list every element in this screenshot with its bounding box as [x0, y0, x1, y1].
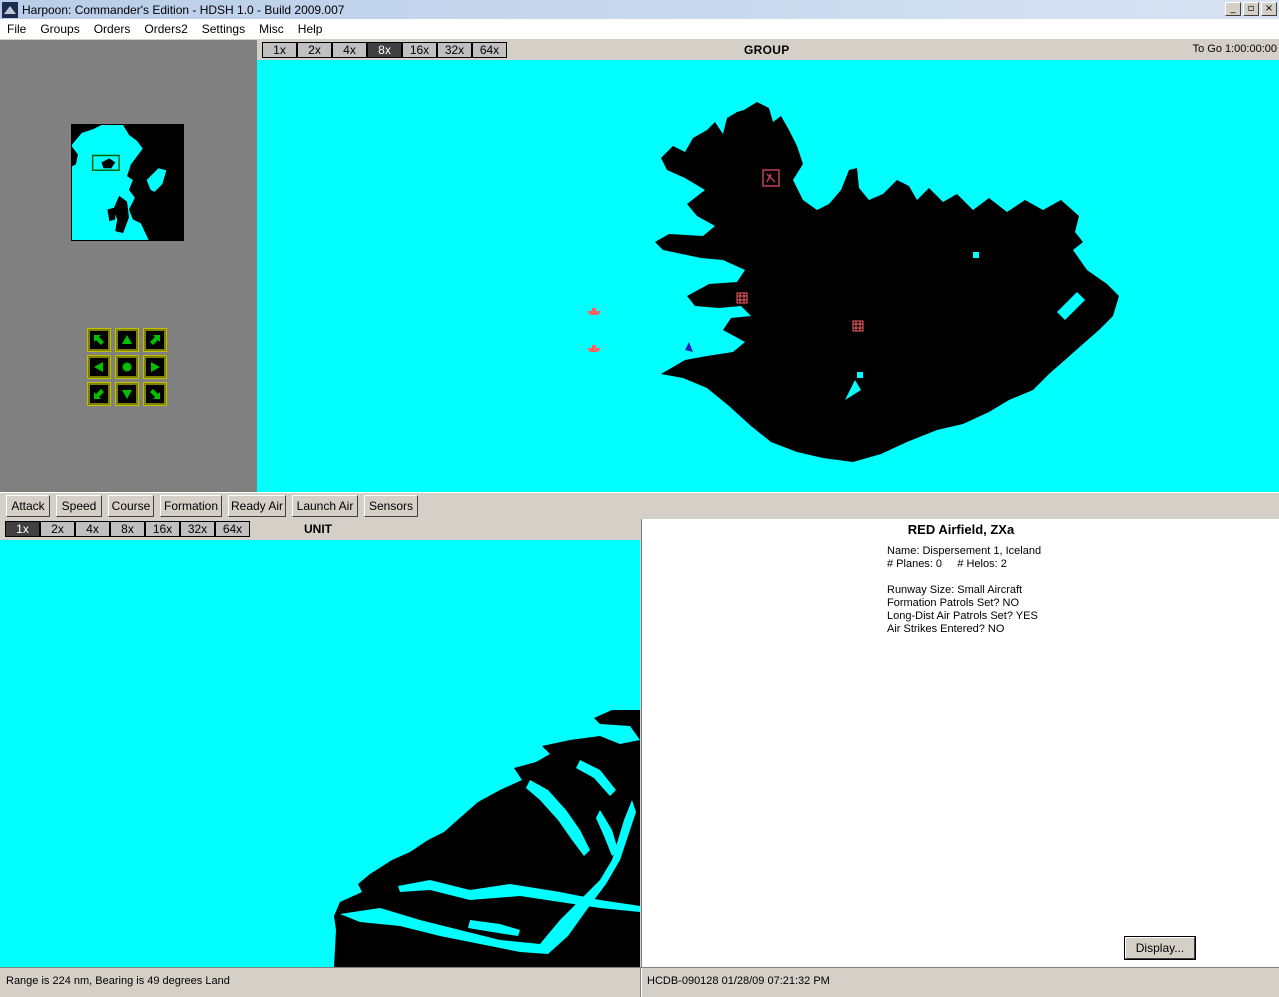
info-longdist-patrols: Long-Dist Air Patrols Set? YES — [887, 610, 1038, 622]
close-button[interactable]: × — [1261, 2, 1277, 16]
info-runway: Runway Size: Small Aircraft — [887, 584, 1023, 596]
info-details: Name: Dispersement 1, Iceland # Planes: … — [887, 545, 1041, 636]
app-icon — [2, 1, 18, 18]
unit-map-title: UNIT — [304, 522, 332, 536]
scroll-south-button[interactable] — [115, 382, 139, 406]
database-timestamp: HCDB-090128 01/28/09 07:21:32 PM — [647, 975, 830, 987]
arrow-left-icon — [94, 362, 103, 372]
group-zoom-1x[interactable]: 1x — [262, 42, 297, 58]
status-bar: Range is 224 nm, Bearing is 49 degrees L… — [0, 967, 1279, 997]
scroll-north-button[interactable] — [115, 328, 139, 352]
unit-zoom-1x[interactable]: 1x — [5, 521, 40, 537]
arrow-right-icon — [151, 362, 160, 372]
unit-zoom-16x[interactable]: 16x — [145, 521, 180, 537]
launch-air-button[interactable]: Launch Air — [292, 495, 358, 517]
group-zoom-bar: 1x 2x 4x 8x 16x 32x 64x — [262, 42, 507, 58]
info-planes-helos: # Planes: 0 # Helos: 2 — [887, 558, 1007, 570]
scroll-northeast-button[interactable] — [143, 328, 167, 352]
unit-map[interactable] — [0, 540, 640, 967]
menu-groups[interactable]: Groups — [33, 22, 86, 36]
group-map[interactable] — [257, 60, 1279, 492]
info-title: RED Airfield, ZXa — [907, 522, 1015, 537]
attack-button[interactable]: Attack — [6, 495, 50, 517]
sensors-button[interactable]: Sensors — [364, 495, 418, 517]
group-zoom-64x[interactable]: 64x — [472, 42, 507, 58]
menu-help[interactable]: Help — [291, 22, 330, 36]
group-map-title: GROUP — [744, 43, 790, 57]
overview-minimap[interactable] — [71, 124, 184, 241]
arrow-down-icon — [122, 390, 132, 399]
scroll-west-button[interactable] — [87, 355, 111, 379]
center-button[interactable] — [115, 355, 139, 379]
time-to-go: To Go 1:00:00:00 — [1192, 43, 1277, 55]
command-bar: Attack Speed Course Formation Ready Air … — [0, 492, 1279, 518]
title-bar: Harpoon: Commander's Edition - HDSH 1.0 … — [0, 0, 1279, 19]
minimize-button[interactable]: _ — [1225, 2, 1241, 16]
menu-settings[interactable]: Settings — [195, 22, 252, 36]
scroll-east-button[interactable] — [143, 355, 167, 379]
overview-panel — [0, 40, 257, 492]
unit-zoom-8x[interactable]: 8x — [110, 521, 145, 537]
unit-zoom-2x[interactable]: 2x — [40, 521, 75, 537]
scroll-northwest-button[interactable] — [87, 328, 111, 352]
scroll-southeast-button[interactable] — [143, 382, 167, 406]
range-bearing-status: Range is 224 nm, Bearing is 49 degrees L… — [6, 975, 230, 987]
status-divider — [640, 968, 642, 997]
menu-orders[interactable]: Orders — [87, 22, 138, 36]
group-zoom-16x[interactable]: 16x — [402, 42, 437, 58]
arrow-southwest-icon — [94, 389, 104, 399]
info-air-strikes: Air Strikes Entered? NO — [887, 623, 1005, 635]
menu-bar: File Groups Orders Orders2 Settings Misc… — [0, 19, 1279, 39]
maximize-button[interactable]: ▫ — [1243, 2, 1259, 16]
menu-orders2[interactable]: Orders2 — [137, 22, 194, 36]
group-zoom-32x[interactable]: 32x — [437, 42, 472, 58]
unit-zoom-64x[interactable]: 64x — [215, 521, 250, 537]
unit-map-header: 1x 2x 4x 8x 16x 32x 64x UNIT — [0, 519, 640, 539]
window-title: Harpoon: Commander's Edition - HDSH 1.0 … — [22, 2, 345, 17]
arrow-southeast-icon — [150, 389, 160, 399]
formation-button[interactable]: Formation — [160, 495, 222, 517]
display-button[interactable]: Display... — [1124, 936, 1196, 960]
ready-air-button[interactable]: Ready Air — [228, 495, 286, 517]
speed-button[interactable]: Speed — [56, 495, 102, 517]
menu-misc[interactable]: Misc — [252, 22, 291, 36]
group-zoom-8x[interactable]: 8x — [367, 42, 402, 58]
info-name: Name: Dispersement 1, Iceland — [887, 545, 1042, 557]
group-zoom-4x[interactable]: 4x — [332, 42, 367, 58]
arrow-northwest-icon — [94, 335, 104, 345]
unit-zoom-4x[interactable]: 4x — [75, 521, 110, 537]
info-formation-patrols: Formation Patrols Set? NO — [887, 597, 1020, 609]
unit-info-panel: RED Airfield, ZXa Name: Dispersement 1, … — [641, 519, 1279, 967]
menu-file[interactable]: File — [0, 22, 33, 36]
group-zoom-2x[interactable]: 2x — [297, 42, 332, 58]
unit-zoom-bar: 1x 2x 4x 8x 16x 32x 64x — [5, 521, 250, 537]
scroll-southwest-button[interactable] — [87, 382, 111, 406]
arrow-northeast-icon — [150, 335, 160, 345]
direction-pad — [87, 328, 168, 406]
arrow-up-icon — [122, 335, 132, 344]
center-dot-icon — [122, 362, 132, 372]
unit-zoom-32x[interactable]: 32x — [180, 521, 215, 537]
group-map-header: 1x 2x 4x 8x 16x 32x 64x GROUP To Go 1:00… — [257, 40, 1279, 60]
course-button[interactable]: Course — [108, 495, 154, 517]
